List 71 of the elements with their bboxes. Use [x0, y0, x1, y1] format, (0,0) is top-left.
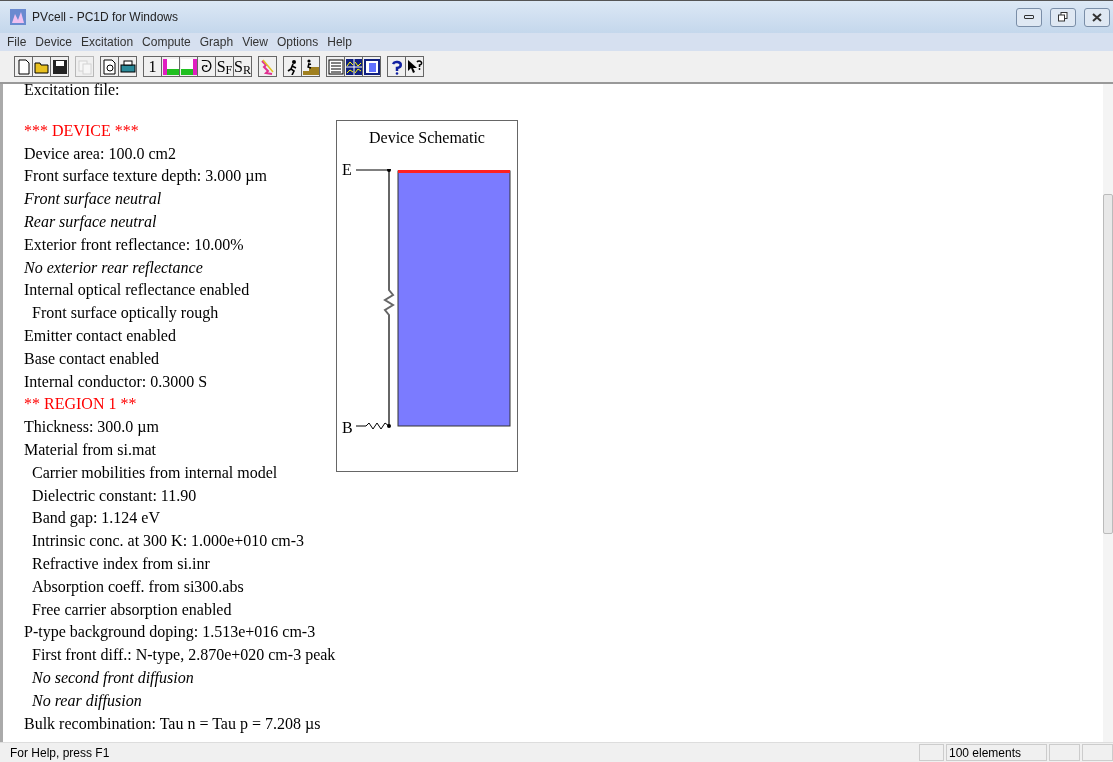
report-line: Free carrier absorption enabled — [31, 599, 233, 621]
report-line: Rear surface neutral — [24, 212, 158, 233]
menu-item[interactable]: Help — [327, 33, 352, 51]
report-line: P-type background doping: 1.513e+016 cm-3 — [24, 622, 317, 643]
new-document-icon — [15, 58, 32, 75]
app-icon — [10, 9, 26, 25]
report-line: No rear diffusion — [31, 690, 143, 712]
report-line: Base contact enabled — [24, 348, 161, 369]
report-line: Front surface texture depth: 3.000 µm — [24, 166, 268, 187]
schematic-icon — [363, 58, 380, 75]
base-label: B — [342, 419, 354, 436]
status-pane — [919, 744, 944, 761]
front-diffusion-icon — [162, 58, 179, 75]
report-line: Dielectric constant: 11.90 — [31, 485, 198, 506]
toolbar-button[interactable]: S$_{R}$ — [233, 56, 252, 77]
toolbar-button[interactable] — [118, 56, 137, 77]
report-line: *** DEVICE *** — [24, 120, 140, 141]
toolbar-button[interactable] — [362, 56, 381, 77]
menu-item[interactable]: Options — [276, 33, 319, 51]
pointer-question-icon — [406, 58, 423, 75]
menu-item[interactable]: View — [242, 33, 268, 51]
report-line: Bulk recombination: Tau n = Tau p = 7.208 µs — [24, 713, 322, 735]
printer-icon — [119, 58, 136, 75]
report-line: Emitter contact enabled — [24, 325, 177, 346]
report-line: Refractive index from si.inr — [31, 553, 211, 574]
report-line: Device area: 100.0 cm2 — [24, 143, 177, 164]
toolbar-button[interactable] — [50, 56, 69, 77]
status-pane — [1049, 744, 1080, 761]
report-line: No exterior rear reflectance — [24, 257, 204, 279]
restore-button[interactable] — [1050, 7, 1076, 27]
report-line: Intrinsic conc. at 300 K: 1.000e+010 cm-3 — [31, 531, 306, 552]
close-icon — [1092, 12, 1102, 22]
copy-icon — [76, 58, 93, 75]
vertical-scrollbar[interactable] — [1103, 84, 1113, 742]
status-message: For Help, press F1 — [9, 746, 111, 759]
report-line: Thickness: 300.0 µm — [24, 417, 160, 438]
restore-icon — [1058, 12, 1068, 22]
report-line: Material from si.mat — [24, 439, 157, 460]
menu-item[interactable]: Graph — [199, 33, 234, 51]
emitter-label: E — [342, 161, 353, 178]
minimize-button[interactable] — [1016, 7, 1042, 27]
report-line: Exterior front reflectance: 10.00% — [24, 234, 245, 255]
close-button[interactable] — [1084, 7, 1110, 27]
report-line: ** REGION 1 ** — [24, 394, 138, 415]
menu-item[interactable]: Device — [35, 33, 73, 51]
report-line: Carrier mobilities from internal model — [31, 462, 279, 483]
four-graphs-icon — [345, 58, 362, 75]
rear-diffusion-icon — [180, 58, 197, 75]
report-line: Absorption coeff. from si300.abs — [31, 576, 245, 598]
light-ray-icon — [259, 58, 276, 75]
element-count: 100 elements — [946, 744, 1047, 761]
menu-item[interactable]: Compute — [142, 33, 191, 51]
report-line: Internal optical reflectance enabled — [24, 280, 251, 301]
report-line: Front surface neutral — [24, 189, 163, 210]
report-line: Internal conductor: 0.3000 S — [24, 371, 209, 392]
schematic-title: Device Schematic — [369, 128, 485, 148]
print-preview-icon — [101, 58, 118, 75]
report-line: Front surface optically rough — [31, 303, 220, 324]
status-pane — [1082, 744, 1113, 761]
menu-item[interactable]: File — [7, 33, 27, 51]
report-line: No second front diffusion — [31, 667, 195, 689]
toolbar-button[interactable] — [405, 56, 424, 77]
report-line: First front diff.: N-type, 2.870e+020 cm-3 peak — [31, 645, 336, 666]
report-line: Band gap: 1.124 eV — [31, 508, 161, 529]
window-title: PVcell - PC1D for Windows — [32, 9, 180, 26]
toolbar-button[interactable] — [301, 56, 320, 77]
report-line: Excitation file: — [24, 80, 121, 100]
climbing-figure-icon — [302, 58, 319, 75]
menu-item[interactable]: Excitation — [81, 33, 134, 51]
text-list-icon — [327, 58, 344, 75]
scrollbar-thumb[interactable] — [1103, 194, 1113, 534]
